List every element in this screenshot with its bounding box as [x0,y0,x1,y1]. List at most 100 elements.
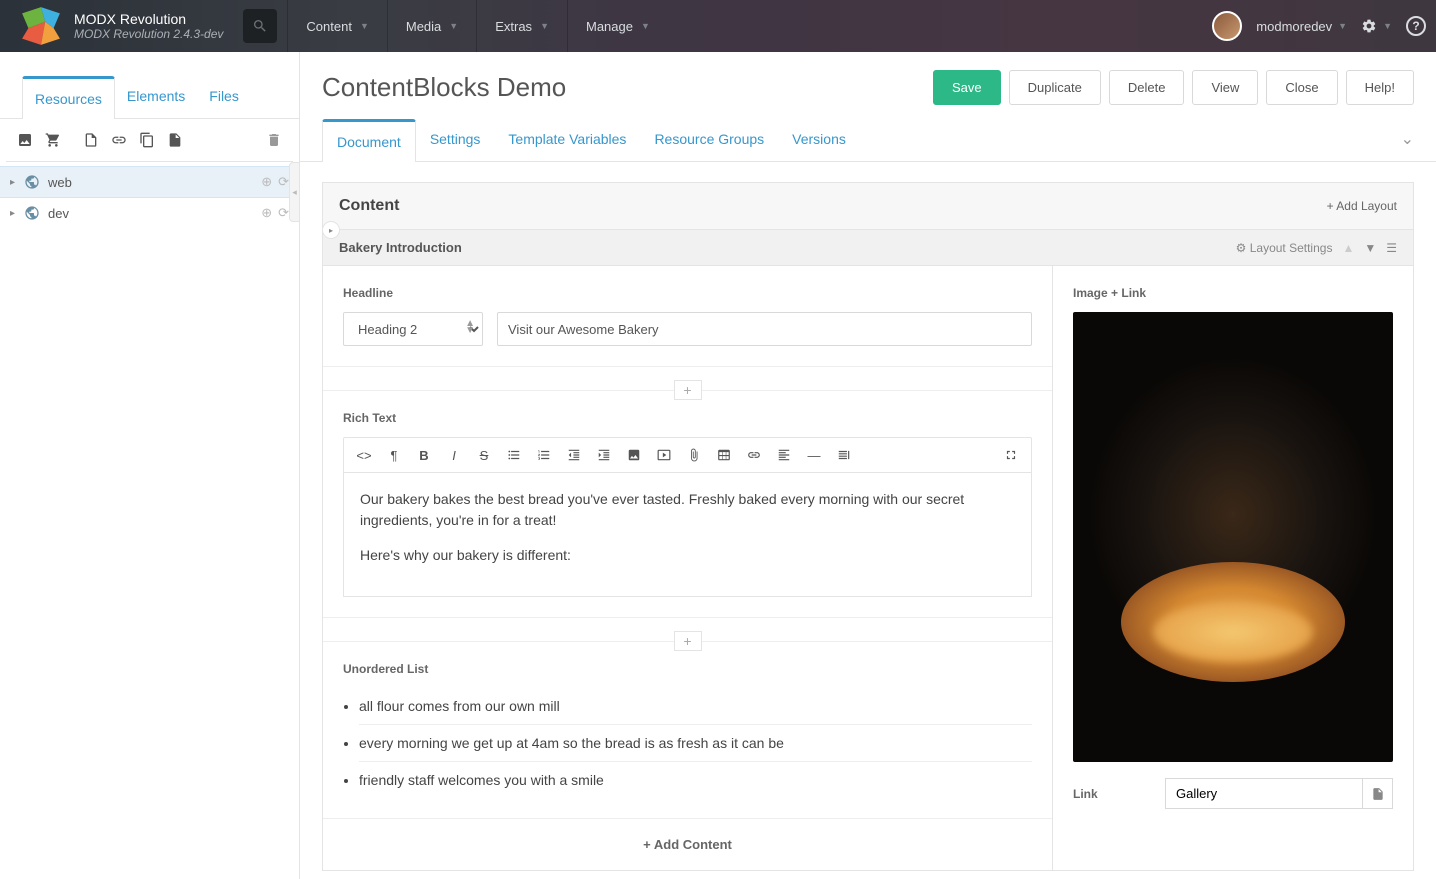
link-input[interactable] [1166,779,1362,808]
brand: MODX Revolution MODX Revolution 2.4.3-de… [74,11,223,41]
action-buttons: Save Duplicate Delete View Close Help! [933,70,1414,105]
nav-manage[interactable]: Manage▼ [567,0,668,52]
trash-icon[interactable] [261,127,287,153]
code-icon[interactable]: <> [350,443,378,467]
plus-circle-icon[interactable]: ⊕ [261,174,272,190]
modx-logo [20,5,62,47]
user-menu[interactable]: modmoredev▼ [1256,19,1347,34]
content-area: ContentBlocks Demo Save Duplicate Delete… [300,52,1436,879]
table-icon[interactable] [710,443,738,467]
help-button[interactable]: Help! [1346,70,1414,105]
sidebar-tab-files[interactable]: Files [197,76,251,118]
settings-menu[interactable]: ▼ [1361,18,1392,34]
refresh-icon[interactable]: ⟳ [278,205,289,221]
topbar: MODX Revolution MODX Revolution 2.4.3-de… [0,0,1436,52]
page-header: ContentBlocks Demo Save Duplicate Delete… [300,52,1436,119]
chevron-down-icon: ▼ [449,21,458,31]
tab-settings[interactable]: Settings [416,119,495,161]
save-button[interactable]: Save [933,70,1001,105]
richtext-editor[interactable]: Our bakery bakes the best bread you've e… [343,473,1032,597]
file-icon[interactable] [162,127,188,153]
content-title: Content [339,197,399,215]
tree-item-web[interactable]: ▸ web ⊕⟳ [0,166,299,198]
move-up-icon[interactable]: ▲ [1342,241,1354,255]
add-content-button[interactable]: + Add Content [323,818,1052,870]
refresh-icon[interactable]: ⟳ [278,174,289,190]
strikethrough-icon[interactable]: S [470,443,498,467]
globe-icon [24,174,40,190]
clear-format-icon[interactable] [830,443,858,467]
sidebar-tabs: Resources Elements Files [0,76,299,119]
heading-level-select[interactable]: Heading 2 [343,312,483,346]
nav-media[interactable]: Media▼ [387,0,476,52]
tab-resource-groups[interactable]: Resource Groups [640,119,778,161]
list-item[interactable]: friendly staff welcomes you with a smile [359,762,1032,798]
collapse-toggle[interactable]: ⌄ [1401,129,1414,149]
image-icon[interactable] [620,443,648,467]
document-icon[interactable] [78,127,104,153]
sidebar-toolbar [6,119,293,162]
layout-collapse-handle[interactable]: ▸ [322,221,340,239]
tab-versions[interactable]: Versions [778,119,860,161]
nav-content[interactable]: Content▼ [287,0,386,52]
chevron-down-icon: ▼ [641,21,650,31]
caret-right-icon: ▸ [10,208,24,219]
chevron-down-icon: ▼ [360,21,369,31]
file-browse-button[interactable] [1362,779,1392,808]
unordered-list-icon[interactable] [500,443,528,467]
content-header: Content + Add Layout [323,183,1413,230]
nav-extras[interactable]: Extras▼ [476,0,567,52]
richtext-block: Rich Text <> ¶ B I S [323,391,1052,618]
image-preview[interactable] [1073,312,1393,762]
bold-icon[interactable]: B [410,443,438,467]
move-down-icon[interactable]: ▼ [1364,241,1376,255]
ordered-list-icon[interactable] [530,443,558,467]
paragraph-icon[interactable]: ¶ [380,443,408,467]
attachment-icon[interactable] [680,443,708,467]
image-link-label: Image + Link [1073,286,1393,300]
link-icon[interactable] [740,443,768,467]
close-button[interactable]: Close [1266,70,1337,105]
align-icon[interactable] [770,443,798,467]
hr-icon[interactable]: — [800,443,828,467]
link-icon[interactable] [106,127,132,153]
richtext-paragraph: Our bakery bakes the best bread you've e… [360,489,1015,531]
gear-icon [1361,18,1377,34]
unordered-list[interactable]: all flour comes from our own mill every … [343,688,1032,798]
outdent-icon[interactable] [560,443,588,467]
list-item[interactable]: all flour comes from our own mill [359,688,1032,725]
avatar[interactable] [1212,11,1242,41]
ul-label: Unordered List [343,662,1032,676]
top-nav: Content▼ Media▼ Extras▼ Manage▼ [287,0,667,52]
tree-item-dev[interactable]: ▸ dev ⊕⟳ [0,198,299,228]
sidebar-tab-resources[interactable]: Resources [22,76,115,119]
search-icon [252,18,268,34]
indent-icon[interactable] [590,443,618,467]
add-block-divider: + [323,618,1052,642]
help-button[interactable]: ? [1406,16,1426,36]
image-icon[interactable] [12,127,38,153]
tab-document[interactable]: Document [322,119,416,162]
duplicate-button[interactable]: Duplicate [1009,70,1101,105]
video-icon[interactable] [650,443,678,467]
layout-title: Bakery Introduction [339,240,462,255]
copy-icon[interactable] [134,127,160,153]
add-layout-button[interactable]: + Add Layout [1327,199,1397,213]
plus-circle-icon[interactable]: ⊕ [261,205,272,221]
user-area: modmoredev▼ ▼ ? [1212,11,1426,41]
layout-settings-button[interactable]: ⚙ Layout Settings [1236,241,1333,255]
fullscreen-icon[interactable] [997,443,1025,467]
file-icon [1371,787,1385,801]
list-item[interactable]: every morning we get up at 4am so the br… [359,725,1032,762]
cart-icon[interactable] [40,127,66,153]
italic-icon[interactable]: I [440,443,468,467]
chevron-down-icon: ▼ [1338,21,1347,31]
sidebar-tab-elements[interactable]: Elements [115,76,197,118]
tab-template-variables[interactable]: Template Variables [494,119,640,161]
delete-button[interactable]: Delete [1109,70,1185,105]
search-button[interactable] [243,9,277,43]
view-button[interactable]: View [1192,70,1258,105]
menu-icon[interactable]: ☰ [1386,241,1397,255]
headline-input[interactable] [497,312,1032,346]
sidebar-collapse-handle[interactable]: ◂ [289,162,299,222]
